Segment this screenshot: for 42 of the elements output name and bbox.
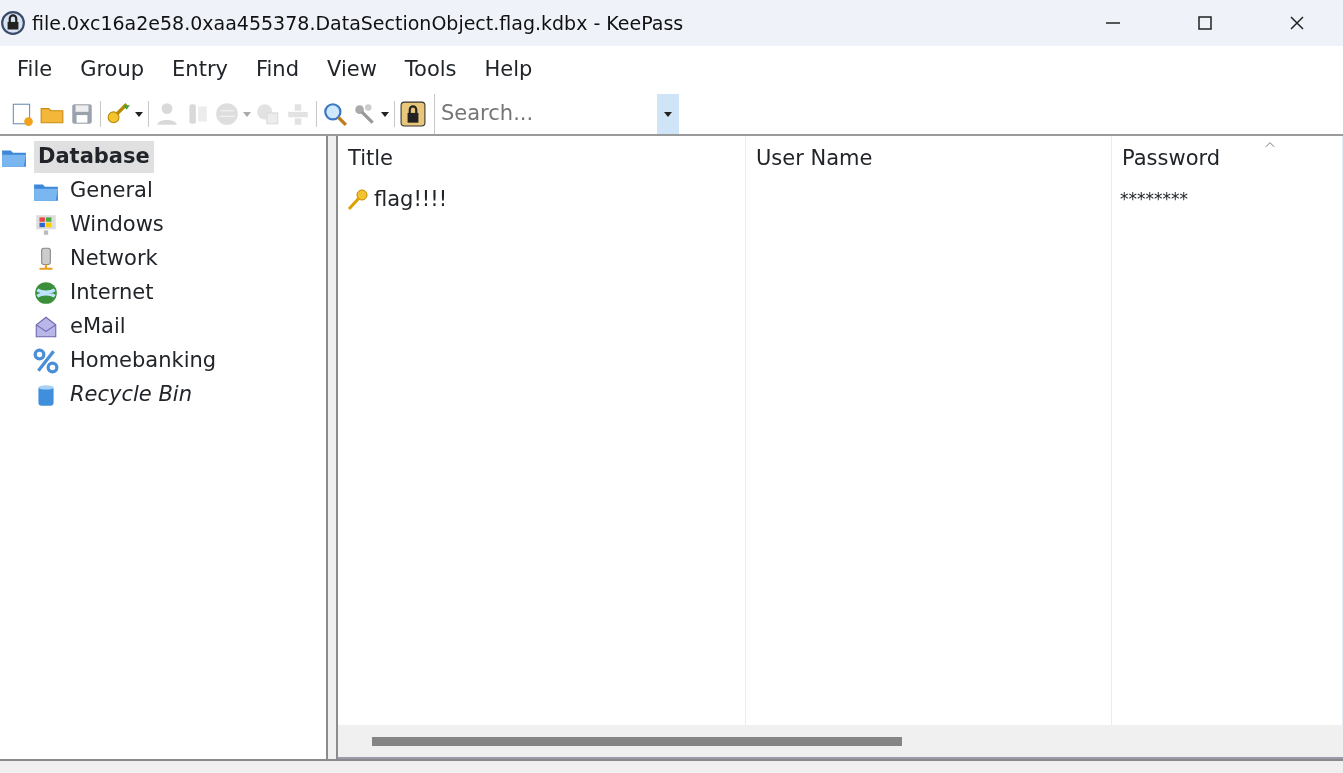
tree-item[interactable]: Network (66, 243, 162, 275)
copy-icon (255, 101, 281, 127)
menu-item[interactable]: Help (475, 54, 542, 86)
table-cell-text: ******** (1120, 188, 1188, 212)
search-field[interactable]: Search... (435, 98, 657, 130)
caret-icon (664, 111, 672, 117)
menu-item[interactable]: Find (246, 54, 308, 86)
tree-item[interactable]: Homebanking (66, 345, 221, 377)
caret-icon (243, 111, 251, 117)
column-header[interactable]: Title (348, 143, 393, 175)
tree-item[interactable]: eMail (66, 311, 130, 343)
menu-item[interactable]: File (8, 54, 62, 86)
padlock-icon (400, 101, 426, 127)
menu-item[interactable]: Tools (395, 54, 466, 86)
caret-icon (135, 111, 143, 117)
tree-item[interactable]: Database (34, 141, 154, 173)
tree-item[interactable]: Windows (66, 209, 168, 241)
padlock-button[interactable] (400, 101, 426, 127)
menu-item[interactable]: Group (71, 54, 154, 86)
tree-item[interactable]: General (66, 175, 157, 207)
scrollbar-thumb[interactable] (372, 736, 902, 746)
search-icon (322, 101, 348, 127)
globe-icon (214, 101, 240, 127)
menu-item[interactable]: View (318, 54, 386, 86)
percent-icon (32, 348, 60, 374)
dropdown-button[interactable] (657, 94, 679, 134)
window-title: file.0xc16a2e58.0xaa455378.DataSectionObject.flag.kdbx - KeePass (32, 10, 684, 36)
globe-icon (32, 280, 60, 306)
person-icon (154, 101, 180, 127)
column-header[interactable]: User Name (756, 143, 873, 175)
caret-icon (381, 111, 389, 117)
tree-item[interactable]: Recycle Bin (66, 379, 196, 411)
floppy-disk-button[interactable] (69, 101, 95, 127)
tree-item[interactable]: Internet (66, 277, 158, 309)
search-button[interactable] (322, 101, 348, 127)
table-cell-text: flag!!!! (374, 186, 448, 214)
lock-icon (0, 10, 26, 36)
column-header[interactable]: Password (1122, 143, 1221, 175)
key-icon (346, 188, 370, 212)
menu-item[interactable]: Entry (163, 54, 237, 86)
keys-button[interactable] (352, 101, 389, 127)
move-icon (285, 101, 311, 127)
